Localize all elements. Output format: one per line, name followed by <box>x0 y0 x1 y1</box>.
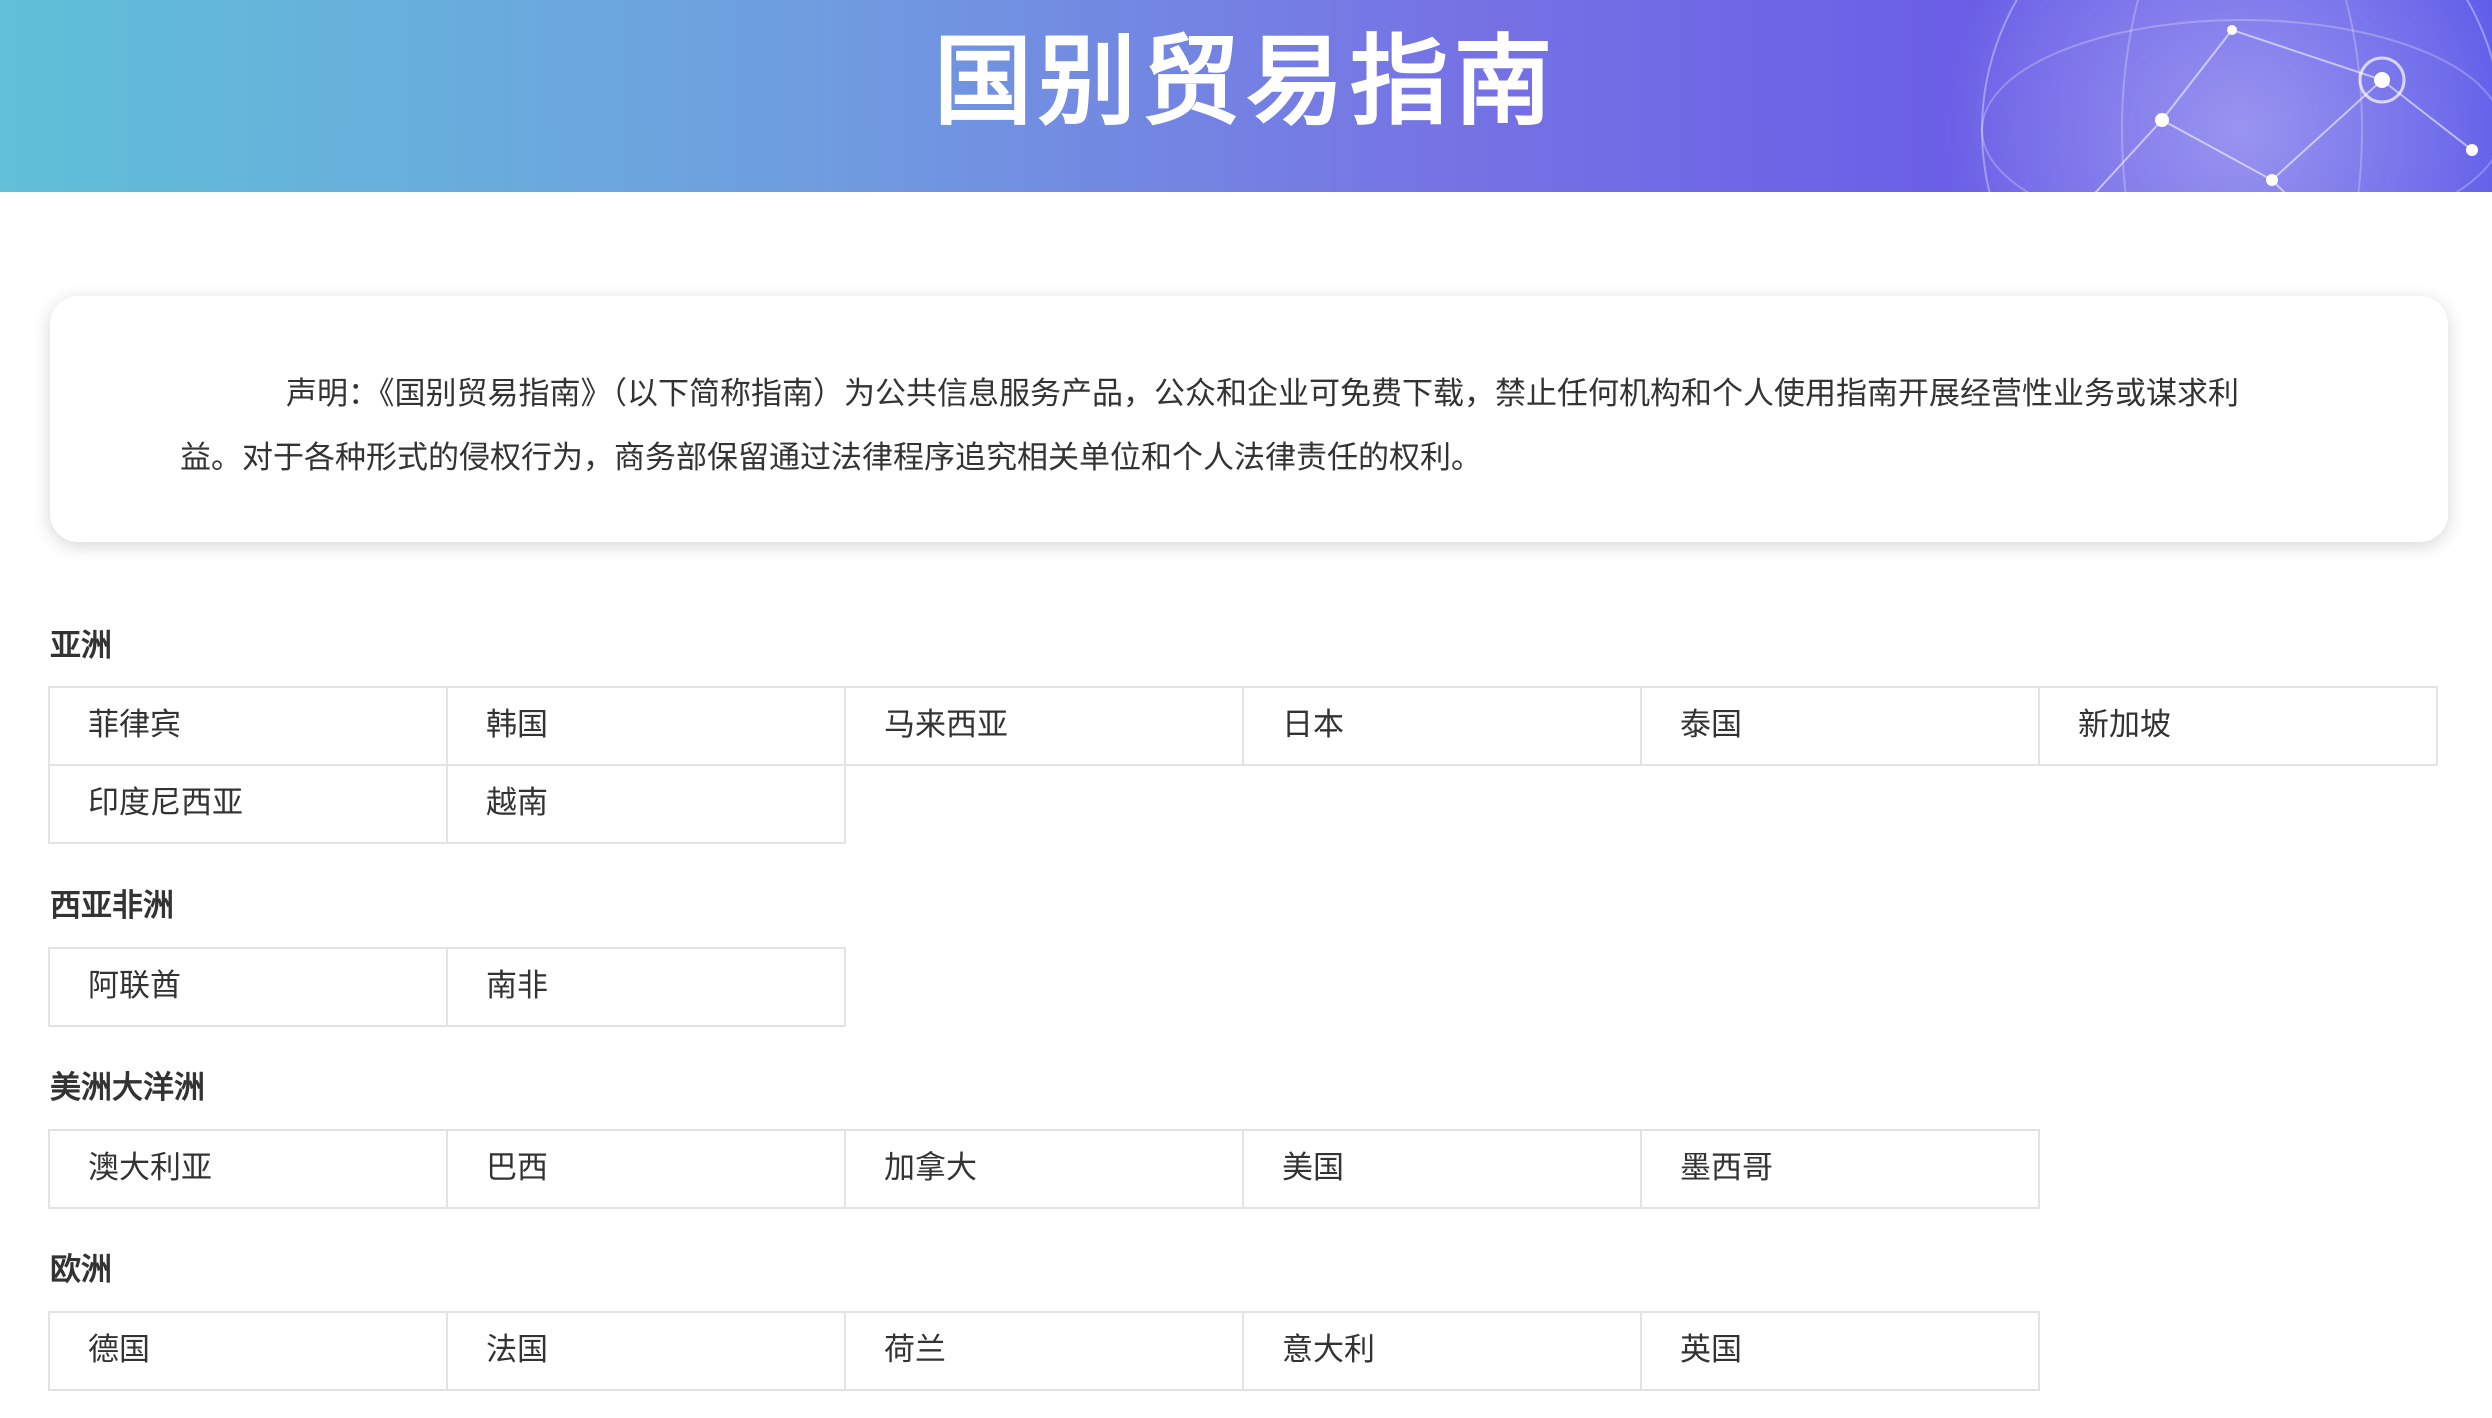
country-link[interactable]: 马来西亚 <box>844 686 1244 766</box>
region-title-west-asia-africa: 西亚非洲 <box>50 888 174 924</box>
country-link[interactable]: 墨西哥 <box>1640 1129 2040 1209</box>
country-link[interactable]: 美国 <box>1242 1129 1642 1209</box>
country-link[interactable]: 法国 <box>446 1311 846 1391</box>
country-grid-europe: 德国 法国 荷兰 意大利 英国 <box>48 1311 2436 1391</box>
header-banner: 国别贸易指南 <box>0 0 2492 192</box>
country-grid-asia: 菲律宾 韩国 马来西亚 日本 泰国 新加坡 印度尼西亚 越南 <box>48 686 2438 844</box>
region-title-asia: 亚洲 <box>50 628 112 664</box>
country-link[interactable]: 德国 <box>48 1311 448 1391</box>
country-link[interactable]: 新加坡 <box>2038 686 2438 766</box>
country-link[interactable]: 越南 <box>446 764 846 844</box>
country-link[interactable]: 阿联酋 <box>48 947 448 1027</box>
country-link[interactable]: 菲律宾 <box>48 686 448 766</box>
disclaimer-text: 声明：《国别贸易指南》（以下简称指南）为公共信息服务产品，公众和企业可免费下载，… <box>180 376 2239 476</box>
page-title: 国别贸易指南 <box>933 25 1558 139</box>
country-link[interactable]: 印度尼西亚 <box>48 764 448 844</box>
country-grid-west-asia-africa: 阿联酋 南非 <box>48 947 2436 1027</box>
country-link[interactable]: 韩国 <box>446 686 846 766</box>
country-link[interactable]: 巴西 <box>446 1129 846 1209</box>
country-link[interactable]: 荷兰 <box>844 1311 1244 1391</box>
country-link[interactable]: 加拿大 <box>844 1129 1244 1209</box>
region-title-americas-oceania: 美洲大洋洲 <box>50 1070 205 1106</box>
country-link[interactable]: 澳大利亚 <box>48 1129 448 1209</box>
country-link[interactable]: 泰国 <box>1640 686 2040 766</box>
country-link[interactable]: 日本 <box>1242 686 1642 766</box>
country-link[interactable]: 南非 <box>446 947 846 1027</box>
country-grid-americas-oceania: 澳大利亚 巴西 加拿大 美国 墨西哥 <box>48 1129 2436 1209</box>
disclaimer-card: 声明：《国别贸易指南》（以下简称指南）为公共信息服务产品，公众和企业可免费下载，… <box>50 296 2448 542</box>
country-link[interactable]: 英国 <box>1640 1311 2040 1391</box>
region-title-europe: 欧洲 <box>50 1252 112 1288</box>
country-link[interactable]: 意大利 <box>1242 1311 1642 1391</box>
